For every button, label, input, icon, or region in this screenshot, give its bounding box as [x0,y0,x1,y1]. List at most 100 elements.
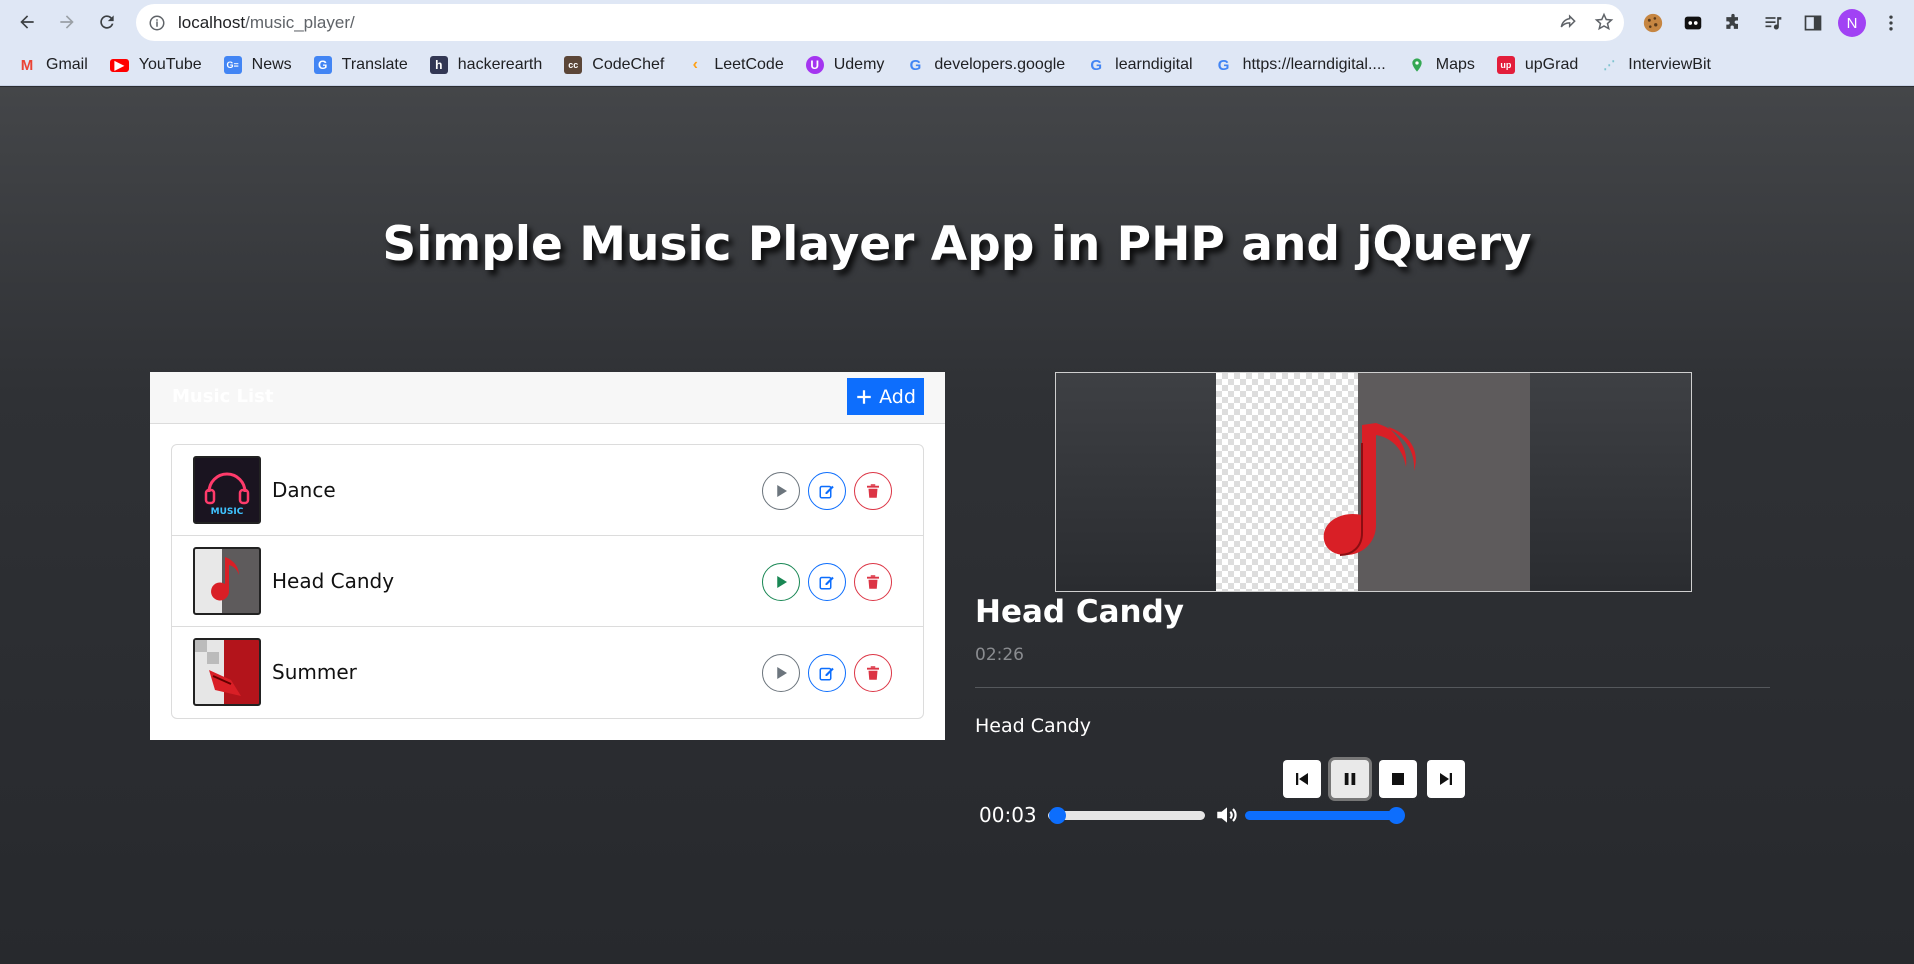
skip-previous-icon [1296,773,1308,785]
play-button[interactable] [762,472,800,510]
edit-icon [819,576,834,590]
bookmark-gmail[interactable]: M Gmail [18,56,88,74]
bookmark-translate[interactable]: G Translate [313,56,408,74]
previous-button[interactable] [1283,760,1321,798]
extension-icon[interactable] [1680,10,1706,36]
volume-handle[interactable] [1388,807,1405,824]
browser-toolbar: localhost/music_player/ N [0,0,1914,45]
list-item[interactable]: Head Candy [172,536,923,627]
delete-button[interactable] [854,654,892,692]
add-button-label: Add [879,385,916,408]
song-name: Summer [272,660,357,684]
bookmark-youtube[interactable]: ▶ YouTube [109,56,202,74]
player-description: Head Candy [975,715,1091,737]
music-list-card: Music List Add MUSIC Dance Head Candy Su… [150,372,945,740]
edit-button[interactable] [808,472,846,510]
list-item[interactable]: Summer [172,627,923,718]
bookmark-udemy[interactable]: U Udemy [805,56,884,74]
play-button[interactable] [762,654,800,692]
list-item[interactable]: MUSIC Dance [172,445,923,536]
edit-icon [819,667,834,681]
player-controls [1283,760,1465,798]
leetcode-icon: ‹ [692,56,698,73]
page-title: Simple Music Player App in PHP and jQuer… [382,217,1532,272]
bookmark-interviewbit[interactable]: ⋰ InterviewBit [1600,56,1711,74]
music-list-title: Music List [172,386,274,407]
reload-icon[interactable] [87,2,127,42]
next-button[interactable] [1427,760,1465,798]
forward-icon[interactable] [47,2,87,42]
gmail-icon: M [20,56,34,74]
current-time: 00:03 [979,803,1037,827]
bookmark-hackerearth[interactable]: h hackerearth [429,56,542,74]
svg-text:MUSIC: MUSIC [211,507,244,517]
bookmark-learndigital[interactable]: Glearndigital [1087,56,1192,74]
seek-handle[interactable] [1049,807,1067,824]
bookmark-news[interactable]: G≡ News [223,56,292,74]
upgrad-icon: up [1496,56,1515,74]
stop-button[interactable] [1379,760,1417,798]
google-icon: G [1217,56,1230,74]
song-name: Dance [272,478,336,502]
bookmark-learndigital-url[interactable]: Ghttps://learndigital.... [1215,56,1386,74]
trash-icon [867,484,879,498]
play-icon [777,576,787,588]
seek-slider[interactable] [1048,807,1205,824]
volume-icon[interactable] [1214,802,1240,828]
play-icon [777,667,787,679]
edit-button[interactable] [808,654,846,692]
song-name: Head Candy [272,569,395,593]
plus-icon [857,389,871,404]
edit-button[interactable] [808,563,846,601]
youtube-icon: ▶ [109,58,129,72]
udemy-icon: U [805,56,824,74]
edit-icon [819,485,834,499]
puzzle-icon[interactable] [1720,10,1746,36]
media-queue-icon[interactable] [1760,10,1786,36]
bookmarks-bar: M Gmail ▶ YouTube G≡ News G Translate h hacke… [0,45,1914,86]
song-thumbnail: MUSIC [193,456,261,524]
trash-icon [867,666,879,680]
google-icon: G [909,56,922,74]
divider [975,687,1770,688]
song-thumbnail [193,547,261,615]
stop-icon [1392,773,1404,785]
delete-button[interactable] [854,472,892,510]
address-bar[interactable]: localhost/music_player/ [136,4,1624,41]
song-thumbnail [193,638,261,706]
skip-next-icon [1440,773,1452,785]
menu-kebab-icon[interactable] [1878,10,1904,36]
side-panel-icon[interactable] [1800,10,1826,36]
back-icon[interactable] [7,2,47,42]
song-list: MUSIC Dance Head Candy Summer [171,444,924,719]
bookmark-codechef[interactable]: cc CodeChef [564,56,664,74]
hackerearth-icon: h [429,56,448,74]
page-body: Simple Music Player App in PHP and jQuer… [0,87,1914,964]
trash-icon [867,575,879,589]
bookmark-upgrad[interactable]: up upGrad [1496,56,1578,74]
star-icon[interactable] [1594,12,1614,32]
pause-icon [1344,773,1356,785]
player-title: Head Candy [975,594,1185,630]
bookmark-maps[interactable]: Maps [1408,56,1475,74]
site-info-icon[interactable] [148,14,166,32]
interviewbit-icon: ⋰ [1603,58,1616,72]
share-icon[interactable] [1558,12,1578,32]
delete-button[interactable] [854,563,892,601]
bookmark-developers-google[interactable]: Gdevelopers.google [906,56,1066,74]
add-button[interactable]: Add [847,378,924,415]
cookie-extension-icon[interactable] [1640,10,1666,36]
bookmark-leetcode[interactable]: ‹ LeetCode [686,56,784,74]
maps-icon [1408,56,1426,74]
volume-slider[interactable] [1245,807,1405,824]
album-art [1055,372,1692,592]
url-text[interactable]: localhost/music_player/ [178,13,355,33]
pause-button[interactable] [1331,760,1369,798]
codechef-icon: cc [564,56,583,74]
play-icon [777,485,787,497]
play-button[interactable] [762,563,800,601]
translate-icon: G [313,56,332,74]
profile-avatar[interactable]: N [1838,9,1866,37]
music-note-icon [1323,423,1416,556]
player-duration: 02:26 [975,645,1024,665]
